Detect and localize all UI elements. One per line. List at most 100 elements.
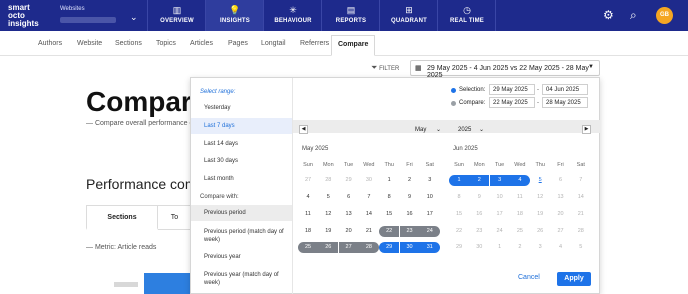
compare-item[interactable]: Previous year <box>191 253 292 261</box>
tab-articles[interactable]: Articles <box>190 40 213 47</box>
calendar-day[interactable]: 1 <box>490 242 510 253</box>
year-select[interactable]: 2025 ⌄ <box>458 126 484 133</box>
calendar-day[interactable]: 3 <box>420 175 440 186</box>
selection-from-field[interactable]: 29 May 2025 <box>489 84 535 95</box>
calendar-day[interactable]: 29 <box>339 175 359 186</box>
tab-topics[interactable]: To <box>158 205 192 230</box>
avatar[interactable]: GB <box>656 7 673 24</box>
calendar-day[interactable]: 6 <box>339 192 359 203</box>
compare-item[interactable]: Previous year (match day of week) <box>191 271 292 287</box>
calendar-day[interactable]: 2 <box>510 242 530 253</box>
calendar-day[interactable]: 9 <box>469 192 489 203</box>
tab-referrers[interactable]: Referrers <box>300 40 329 47</box>
calendar-day[interactable]: 22 <box>379 226 400 237</box>
preset-item[interactable]: Last 14 days <box>191 140 292 148</box>
calendar-day[interactable]: 30 <box>469 242 489 253</box>
calendar-day[interactable]: 22 <box>449 226 469 237</box>
calendar-day[interactable]: 15 <box>379 209 399 220</box>
calendar-day[interactable]: 11 <box>510 192 530 203</box>
calendar-day[interactable]: 20 <box>551 209 571 220</box>
calendar-day[interactable]: 1 <box>449 175 469 186</box>
tab-compare[interactable]: Compare <box>331 35 376 56</box>
logo[interactable]: smart octo insights <box>8 4 48 28</box>
calendar-day[interactable]: 19 <box>318 226 338 237</box>
website-selector-value[interactable] <box>60 17 116 23</box>
calendar-day[interactable]: 7 <box>571 175 591 186</box>
calendar-day[interactable]: 21 <box>359 226 379 237</box>
calendar-day[interactable]: 14 <box>571 192 591 203</box>
calendar-day[interactable]: 29 <box>379 242 400 253</box>
compare-item[interactable]: Previous period <box>191 205 292 221</box>
calendar-day[interactable]: 28 <box>318 175 338 186</box>
calendar-day[interactable]: 31 <box>419 242 440 253</box>
tab-website[interactable]: Website <box>77 40 102 47</box>
calendar-day[interactable]: 8 <box>379 192 399 203</box>
calendar-day[interactable]: 23 <box>399 226 420 237</box>
calendar-day[interactable]: 17 <box>420 209 440 220</box>
calendar-day[interactable]: 6 <box>551 175 571 186</box>
calendar-day[interactable]: 19 <box>530 209 550 220</box>
date-range-picker[interactable]: ▦ 29 May 2025 - 4 Jun 2025 vs 22 May 202… <box>410 60 600 79</box>
calendar-day[interactable]: 13 <box>339 209 359 220</box>
calendar-day[interactable]: 15 <box>449 209 469 220</box>
calendar-day[interactable]: 28 <box>358 242 379 253</box>
calendar-day[interactable]: 8 <box>449 192 469 203</box>
calendar-day[interactable]: 3 <box>530 242 550 253</box>
calendar-day[interactable]: 11 <box>298 209 318 220</box>
calendar-day[interactable]: 7 <box>359 192 379 203</box>
calendar-day[interactable]: 17 <box>490 209 510 220</box>
calendar-day[interactable]: 14 <box>359 209 379 220</box>
calendar-day[interactable]: 4 <box>509 175 530 186</box>
calendar-day[interactable]: 10 <box>490 192 510 203</box>
calendar-day[interactable]: 4 <box>551 242 571 253</box>
tab-topics[interactable]: Topics <box>156 40 176 47</box>
calendar-day[interactable]: 5 <box>571 242 591 253</box>
calendar-day[interactable]: 12 <box>318 209 338 220</box>
nav-real-time[interactable]: ◷ REAL TIME <box>438 0 496 31</box>
calendar-day[interactable]: 18 <box>510 209 530 220</box>
nav-quadrant[interactable]: ⊞ QUADRANT <box>380 0 438 31</box>
gear-icon[interactable]: ⚙ <box>603 8 614 22</box>
tab-longtail[interactable]: Longtail <box>261 40 286 47</box>
calendar-day[interactable]: 9 <box>400 192 420 203</box>
preset-item[interactable]: Yesterday <box>191 104 292 112</box>
calendar-day[interactable]: 24 <box>490 226 510 237</box>
compare-to-field[interactable]: 28 May 2025 <box>542 97 588 108</box>
calendar-day[interactable]: 27 <box>298 175 318 186</box>
calendar-day[interactable]: 24 <box>419 226 440 237</box>
nav-reports[interactable]: ▤ REPORTS <box>322 0 380 31</box>
calendar-day[interactable]: 18 <box>298 226 318 237</box>
calendar-day[interactable]: 30 <box>399 242 420 253</box>
nav-overview[interactable]: ▥ OVERVIEW <box>148 0 206 31</box>
nav-behaviour[interactable]: ✳ BEHAVIOUR <box>264 0 322 31</box>
compare-from-field[interactable]: 22 May 2025 <box>489 97 535 108</box>
calendar-day[interactable]: 23 <box>469 226 489 237</box>
chevron-down-icon[interactable]: ⌄ <box>130 12 138 23</box>
calendar-day[interactable]: 30 <box>359 175 379 186</box>
month-select[interactable]: May ⌄ <box>415 126 441 133</box>
calendar-day[interactable]: 27 <box>551 226 571 237</box>
calendar-day[interactable]: 4 <box>298 192 318 203</box>
calendar-day[interactable]: 3 <box>489 175 510 186</box>
tab-sections[interactable]: Sections <box>115 40 142 47</box>
tab-sections[interactable]: Sections <box>86 205 158 230</box>
nav-insights[interactable]: 💡 INSIGHTS <box>206 0 264 31</box>
calendar-day[interactable]: 26 <box>318 242 339 253</box>
calendar-day[interactable]: 16 <box>469 209 489 220</box>
calendar-day[interactable]: 29 <box>449 242 469 253</box>
tab-pages[interactable]: Pages <box>228 40 248 47</box>
calendar-day[interactable]: 20 <box>339 226 359 237</box>
calendar-day[interactable]: 2 <box>400 175 420 186</box>
calendar-day[interactable]: 1 <box>379 175 399 186</box>
calendar-day[interactable]: 25 <box>298 242 318 253</box>
search-icon[interactable]: ⌕ <box>630 8 637 23</box>
next-month-icon[interactable]: ▶ <box>582 125 591 134</box>
selection-to-field[interactable]: 04 Jun 2025 <box>542 84 588 95</box>
calendar-day[interactable]: 12 <box>530 192 550 203</box>
apply-button[interactable]: Apply <box>557 272 591 286</box>
cancel-button[interactable]: Cancel <box>518 274 540 281</box>
calendar-day[interactable]: 26 <box>530 226 550 237</box>
preset-item[interactable]: Last 7 days <box>191 118 292 134</box>
preset-item[interactable]: Last month <box>191 175 292 183</box>
calendar-day[interactable]: 2 <box>469 175 490 186</box>
